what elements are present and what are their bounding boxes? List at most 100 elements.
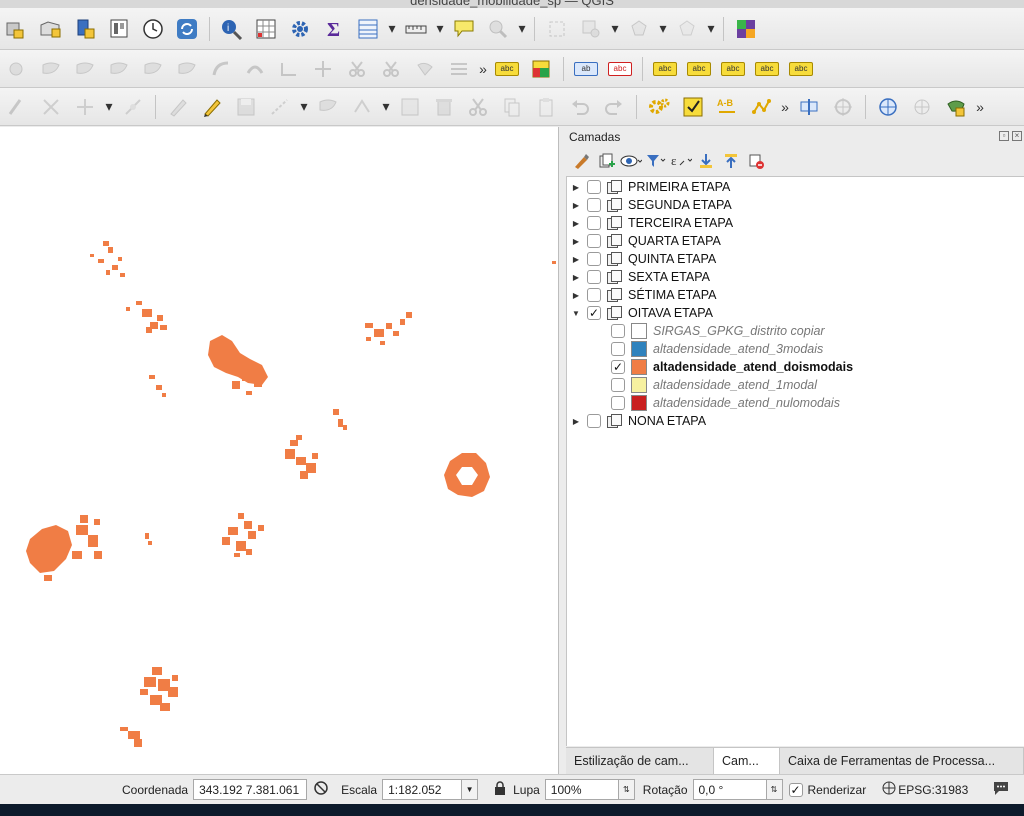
dropdown-arrow-icon[interactable]: ▾ — [379, 98, 393, 115]
print-layout-icon[interactable] — [70, 15, 100, 43]
coordinate-mode-icon[interactable] — [313, 780, 329, 799]
group-checkbox[interactable] — [587, 288, 601, 302]
render-checkbox[interactable]: ✓ — [788, 782, 803, 797]
map-canvas[interactable] — [0, 127, 559, 774]
group-quarta-etapa[interactable]: ▶ QUARTA ETAPA — [567, 232, 721, 250]
label-toolbar-icon[interactable]: abc — [492, 55, 522, 83]
expand-all-icon[interactable] — [695, 151, 717, 171]
refresh-icon[interactable] — [172, 15, 202, 43]
filter-icon[interactable] — [645, 151, 667, 171]
more-tools-icon[interactable]: » — [973, 99, 987, 115]
label-show-icon[interactable]: abc — [684, 55, 714, 83]
expand-arrow-icon[interactable]: ▶ — [571, 219, 581, 228]
layer-nulomodais[interactable]: altadensidade_atend_nulomodais — [605, 394, 840, 412]
digitize-11-icon[interactable] — [342, 55, 372, 83]
group-checkbox[interactable] — [587, 252, 601, 266]
globe-add-icon[interactable] — [907, 93, 937, 121]
label-pin-icon[interactable]: ab — [571, 55, 601, 83]
dropdown-arrow-icon[interactable]: ▾ — [515, 20, 529, 37]
open-table-icon[interactable] — [353, 15, 383, 43]
digitize-10-icon[interactable] — [308, 55, 338, 83]
processing-gear-icon[interactable] — [285, 15, 315, 43]
group-checkbox[interactable] — [587, 234, 601, 248]
zoom-spinner-icon[interactable]: ⇅ — [618, 779, 635, 800]
dropdown-arrow-icon[interactable]: ▾ — [385, 20, 399, 37]
visibility-eye-icon[interactable] — [620, 151, 642, 171]
digitize-6-icon[interactable] — [172, 55, 202, 83]
layer-doismodais[interactable]: ✓ altadensidade_atend_doismodais — [605, 358, 853, 376]
pencil-icon[interactable] — [197, 93, 227, 121]
layer-checkbox[interactable] — [611, 342, 625, 356]
group-sexta-etapa[interactable]: ▶ SEXTA ETAPA — [567, 268, 710, 286]
expand-arrow-icon[interactable]: ▶ — [571, 255, 581, 264]
group-checkbox[interactable] — [587, 198, 601, 212]
toggle-editing-icon[interactable] — [163, 93, 193, 121]
save-edits-icon[interactable] — [231, 93, 261, 121]
digitize-13-icon[interactable] — [410, 55, 440, 83]
text-diff-icon[interactable]: A-B — [712, 93, 742, 121]
layer-checkbox[interactable] — [611, 324, 625, 338]
topology-icon[interactable] — [746, 93, 776, 121]
group-checkbox[interactable] — [587, 216, 601, 230]
digitize-1-icon[interactable] — [2, 55, 32, 83]
rotation-spinner-icon[interactable]: ⇅ — [766, 779, 783, 800]
tab-style[interactable]: Estilização de cam... — [566, 748, 714, 774]
style-brush-icon[interactable] — [570, 151, 592, 171]
open-project-icon[interactable] — [36, 15, 66, 43]
layer-checkbox[interactable] — [611, 378, 625, 392]
selection-options-icon[interactable] — [576, 15, 606, 43]
zoom-selection-icon[interactable] — [624, 15, 654, 43]
group-segunda-etapa[interactable]: ▶ SEGUNDA ETAPA — [567, 196, 732, 214]
expression-filter-icon[interactable]: ε — [670, 151, 692, 171]
dropdown-arrow-icon[interactable]: ▾ — [704, 20, 718, 37]
color-map-icon[interactable] — [731, 15, 761, 43]
expand-arrow-icon[interactable]: ▶ — [571, 417, 581, 426]
new-project-icon[interactable] — [2, 15, 32, 43]
crosshair-icon[interactable] — [828, 93, 858, 121]
reshape-icon[interactable] — [118, 93, 148, 121]
group-oitava-etapa[interactable]: ▼ ✓ OITAVA ETAPA — [567, 304, 713, 322]
group-checkbox[interactable] — [587, 180, 601, 194]
coordinate-field[interactable]: 343.192 7.381.061 — [193, 779, 308, 800]
globe-crs-icon[interactable] — [873, 93, 903, 121]
cut-features-icon[interactable] — [463, 93, 493, 121]
rotation-field[interactable]: 0,0 ° — [692, 779, 767, 800]
layer-sirgas-distrito[interactable]: SIRGAS_GPKG_distrito copiar — [605, 322, 825, 340]
expand-arrow-icon[interactable]: ▶ — [571, 273, 581, 282]
measure-icon[interactable] — [401, 15, 431, 43]
digitize-3-icon[interactable] — [70, 55, 100, 83]
layer-checkbox[interactable] — [611, 396, 625, 410]
digitize-7-icon[interactable] — [206, 55, 236, 83]
digitize-4-icon[interactable] — [104, 55, 134, 83]
close-panel-icon[interactable]: × — [1012, 131, 1022, 141]
add-group-icon[interactable] — [595, 151, 617, 171]
snapping-gear-icon[interactable] — [644, 93, 674, 121]
group-nona-etapa[interactable]: ▶ NONA ETAPA — [567, 412, 706, 430]
layer-checkbox-checked[interactable]: ✓ — [611, 360, 625, 374]
time-controller-icon[interactable] — [138, 15, 168, 43]
label-change-icon[interactable]: abc — [752, 55, 782, 83]
delete-selected-icon[interactable] — [429, 93, 459, 121]
digitize-8-icon[interactable] — [240, 55, 270, 83]
digitize-12-icon[interactable] — [376, 55, 406, 83]
dropdown-arrow-icon[interactable]: ▾ — [608, 20, 622, 37]
annotation-icon[interactable] — [449, 15, 479, 43]
group-primeira-etapa[interactable]: ▶ PRIMEIRA ETAPA — [567, 178, 730, 196]
field-edit-icon[interactable] — [395, 93, 425, 121]
dropdown-arrow-icon[interactable]: ▾ — [656, 20, 670, 37]
zoom-field[interactable]: 100% — [544, 779, 619, 800]
expand-arrow-icon[interactable]: ▶ — [571, 183, 581, 192]
more-tools-icon[interactable]: » — [778, 99, 792, 115]
crs-button[interactable]: EPSG:31983 — [898, 783, 968, 797]
georeference-icon[interactable] — [794, 93, 824, 121]
plugin-icon[interactable] — [941, 93, 971, 121]
digitize-14-icon[interactable] — [444, 55, 474, 83]
select-feature-icon[interactable] — [483, 15, 513, 43]
lock-icon[interactable] — [494, 781, 506, 798]
label-rotate-icon[interactable]: abc — [718, 55, 748, 83]
paste-features-icon[interactable] — [531, 93, 561, 121]
remove-layer-icon[interactable] — [745, 151, 767, 171]
group-quinta-etapa[interactable]: ▶ QUINTA ETAPA — [567, 250, 716, 268]
group-checkbox[interactable] — [587, 270, 601, 284]
digitize-5-icon[interactable] — [138, 55, 168, 83]
